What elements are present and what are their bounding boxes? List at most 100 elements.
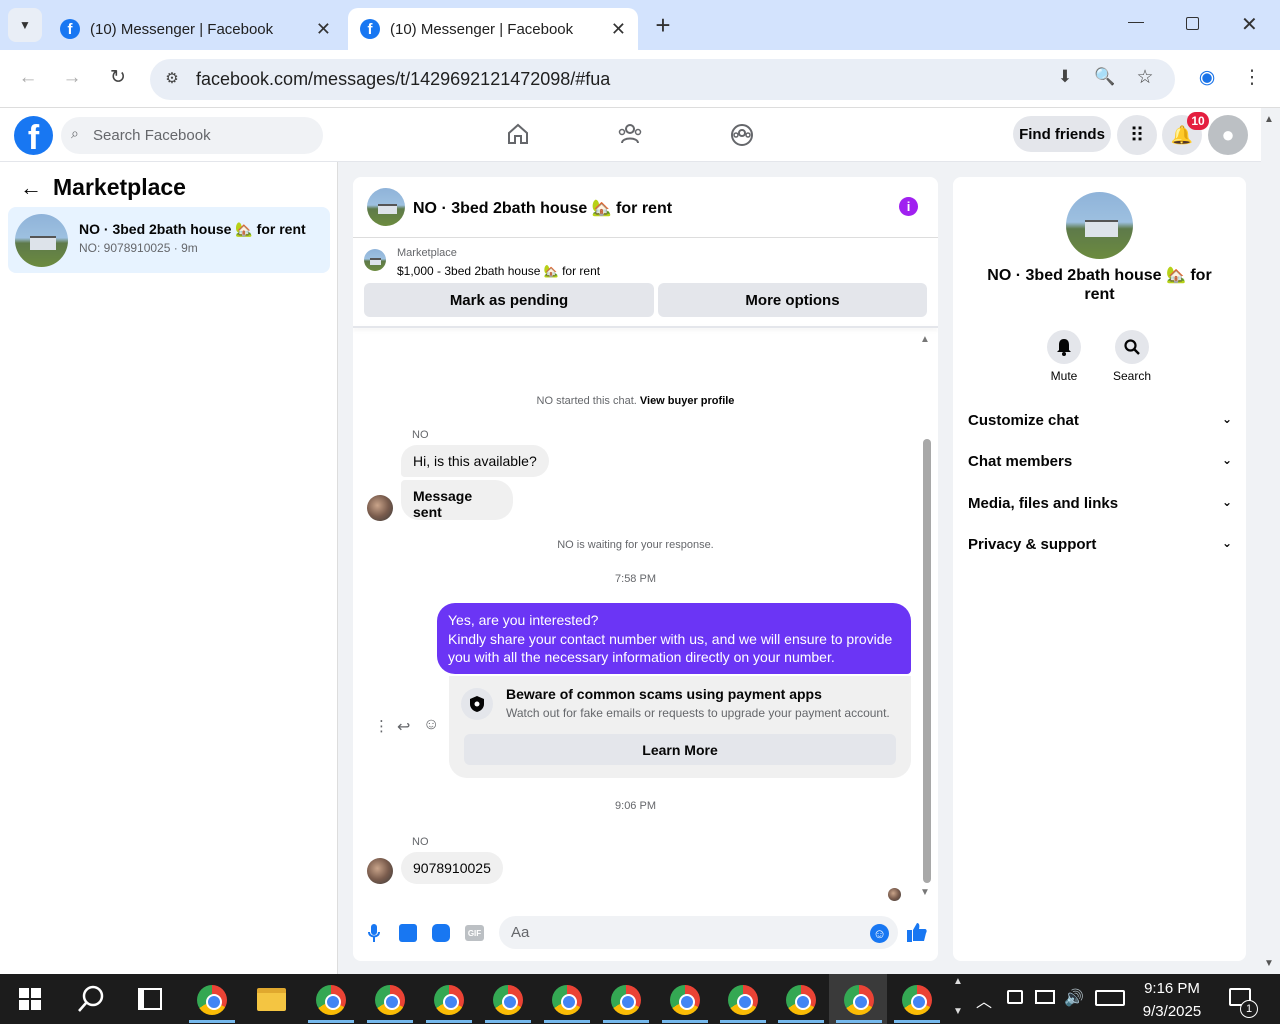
menu-dots-icon[interactable]: ⋮ [1237,66,1267,89]
outgoing-message[interactable]: Yes, are you interested? Kindly share yo… [437,603,911,674]
find-friends-button[interactable]: Find friends [1013,116,1111,152]
message-input[interactable]: Aa [499,916,898,949]
photo-icon[interactable] [399,924,417,942]
gif-icon[interactable]: GIF [465,925,484,941]
url-text[interactable]: facebook.com/messages/t/1429692121472098… [196,69,610,90]
back-icon[interactable]: ← [13,67,43,89]
incoming-message-2[interactable]: Message sent [401,480,513,520]
chrome-taskbar-icon-active[interactable] [844,985,874,1015]
minimize-icon[interactable] [1128,22,1144,23]
like-thumb-icon[interactable] [906,921,928,949]
chrome-taskbar-icon[interactable] [197,985,227,1015]
chrome-taskbar-icon[interactable] [434,985,464,1015]
menu-grid-icon[interactable]: ⠿ [1117,115,1157,155]
taskbar-running-indicator [894,1020,940,1023]
install-app-icon[interactable]: ⬇ [1050,67,1080,87]
chrome-taskbar-icon[interactable] [375,985,405,1015]
windows-start-icon[interactable] [19,988,41,1010]
clock-date[interactable]: 9/3/2025 [1132,1003,1212,1020]
profile-icon[interactable]: ◉ [1192,66,1222,89]
row-label: Customize chat [968,412,1079,429]
site-info-icon[interactable]: ⚙ [157,69,187,87]
volume-icon[interactable]: 🔊 [1064,988,1084,1008]
tab-search-button[interactable]: ▼ [8,8,42,42]
close-tab-icon[interactable]: ✕ [611,19,626,40]
notification-count-badge: 1 [1240,1000,1258,1018]
chrome-taskbar-icon[interactable] [670,985,700,1015]
chrome-taskbar-icon[interactable] [493,985,523,1015]
new-tab-button[interactable]: + [651,10,675,41]
chat-members-row[interactable]: Chat members ⌄ [968,453,1232,470]
chrome-taskbar-icon[interactable] [902,985,932,1015]
search-chat-button[interactable] [1115,330,1149,364]
chevron-down-icon: ⌄ [1221,412,1232,426]
customize-chat-row[interactable]: Customize chat ⌄ [968,412,1232,429]
task-view-icon[interactable] [138,988,162,1010]
close-window-icon[interactable]: ✕ [1241,12,1258,37]
bookmark-star-icon[interactable]: ☆ [1130,66,1160,89]
close-tab-icon[interactable]: ✕ [316,19,331,40]
chrome-taskbar-icon[interactable] [552,985,582,1015]
info-icon[interactable]: i [899,197,918,216]
facebook-icon: f [60,19,80,39]
conversation-item[interactable]: NO · 3bed 2bath house 🏡 for rent NO: 907… [8,207,330,273]
taskbar-running-indicator [720,1020,766,1023]
message-more-icon[interactable]: ⋮ [374,717,389,735]
taskbar-scroll-up[interactable]: ▲ [953,976,963,987]
network-icon[interactable] [1035,990,1055,1004]
sticker-icon[interactable] [432,924,450,942]
chrome-taskbar-icon[interactable] [611,985,641,1015]
browser-tab-1[interactable]: f (10) Messenger | Facebook ✕ [48,8,343,50]
search-facebook-input[interactable]: ⌕ Search Facebook [61,117,323,154]
back-arrow-icon[interactable]: ← [20,175,42,201]
view-buyer-profile-link[interactable]: View buyer profile [640,395,735,407]
privacy-support-row[interactable]: Privacy & support ⌄ [968,536,1232,553]
zoom-icon[interactable]: 🔍 [1090,67,1120,87]
microphone-icon[interactable] [367,923,381,943]
mark-as-pending-button[interactable]: Mark as pending [364,283,654,317]
chat-header-title[interactable]: NO · 3bed 2bath house 🏡 for rent [413,198,672,218]
account-avatar[interactable]: ● [1208,115,1248,155]
taskbar-search-icon[interactable] [76,984,106,1014]
sender-avatar[interactable] [367,495,393,521]
timestamp-2: 9:06 PM [615,800,656,812]
page-scroll-up[interactable]: ▲ [1264,114,1274,125]
react-emoji-icon[interactable]: ☺ [423,716,439,734]
learn-more-button[interactable]: Learn More [464,734,896,765]
browser-tab-2[interactable]: f (10) Messenger | Facebook ✕ [348,8,638,50]
mute-button[interactable] [1047,330,1081,364]
notification-badge: 10 [1187,112,1209,130]
reply-icon[interactable]: ↩ [397,717,410,737]
forward-icon[interactable]: → [57,67,87,89]
scroll-down-arrow[interactable]: ▼ [920,887,930,898]
scroll-up-arrow[interactable]: ▲ [920,334,930,345]
home-icon[interactable] [506,122,530,146]
tray-overflow-icon[interactable]: ︿ [976,988,992,1012]
restore-icon[interactable] [1186,17,1199,30]
chrome-taskbar-icon[interactable] [728,985,758,1015]
more-options-button[interactable]: More options [658,283,927,317]
chevron-down-icon: ⌄ [1221,536,1232,550]
incoming-message-3[interactable]: 9078910025 [401,852,503,884]
page-scroll-down[interactable]: ▼ [1264,958,1274,969]
chrome-taskbar-icon[interactable] [786,985,816,1015]
taskbar-scroll-down[interactable]: ▼ [953,1006,963,1017]
chat-header-avatar[interactable] [367,188,405,226]
clock-time[interactable]: 9:16 PM [1137,980,1207,997]
listing-title[interactable]: $1,000 - 3bed 2bath house 🏡 for rent [397,264,600,278]
keyboard-icon[interactable] [1095,990,1125,1006]
listing-avatar [15,214,68,267]
incoming-message-1[interactable]: Hi, is this available? [401,445,549,477]
reload-icon[interactable]: ↻ [103,66,133,89]
emoji-icon[interactable]: ☺ [870,924,889,943]
chat-scrollbar-thumb[interactable] [923,439,931,883]
groups-icon[interactable] [729,122,755,148]
media-files-links-row[interactable]: Media, files and links ⌄ [968,495,1232,512]
friends-icon[interactable] [617,122,643,146]
facebook-logo-icon[interactable]: f [14,116,53,155]
info-avatar[interactable] [1066,192,1133,259]
meet-now-icon[interactable] [1007,990,1023,1004]
sender-avatar-2[interactable] [367,858,393,884]
file-explorer-icon[interactable] [257,988,286,1011]
chrome-taskbar-icon[interactable] [316,985,346,1015]
